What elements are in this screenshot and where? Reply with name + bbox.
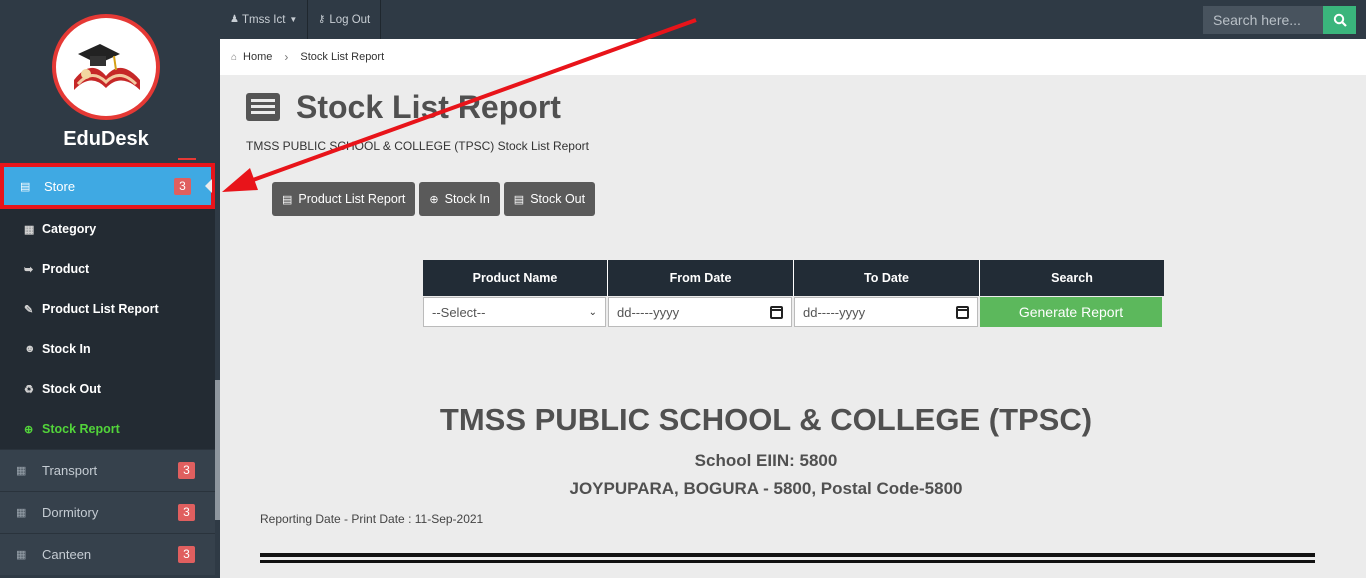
report-divider: [260, 560, 1315, 563]
header-from-date: From Date: [608, 260, 794, 296]
logout-button[interactable]: ⚷ Log Out: [308, 0, 382, 39]
sidebar-item-category[interactable]: ▦ Category: [0, 209, 215, 249]
sidebar-item-label: Product List Report: [42, 302, 159, 316]
active-caret-icon: [205, 179, 212, 193]
page-title: Stock List Report: [296, 89, 561, 125]
card-icon: ▦: [16, 465, 27, 477]
user-name: Tmss Ict: [241, 13, 286, 26]
user-icon: ♟: [230, 14, 239, 25]
sidebar-item-product[interactable]: ➥ Product: [0, 249, 215, 289]
store-count-badge: 3: [174, 177, 191, 195]
store-submenu: ▦ Category ➥ Product ✎ Product List Repo…: [0, 209, 215, 449]
sidebar-item-label: Store: [44, 178, 76, 194]
sidebar: EduDesk ▤ Store 3 ▦ Category ➥ Product ✎…: [0, 0, 220, 578]
key-icon: ⚷: [318, 14, 326, 25]
top-bar: ♟ Tmss Ict ▼ ⚷ Log Out: [220, 0, 1366, 39]
user-plus-icon: ☻: [24, 343, 36, 355]
book-edit-icon: ✎: [24, 303, 34, 316]
list-icon: [246, 93, 280, 121]
main-content: Stock List Report TMSS PUBLIC SCHOOL & C…: [220, 75, 1366, 578]
card-icon: ▦: [16, 549, 27, 561]
button-label: Stock Out: [530, 192, 586, 206]
sidebar-item-store[interactable]: ▤ Store 3: [0, 163, 215, 209]
sidebar-item-transport[interactable]: ▦ Transport 3: [0, 449, 215, 491]
sidebar-item-label: Stock In: [42, 342, 91, 356]
filter-header-row: Product Name From Date To Date Search: [423, 260, 1164, 296]
generate-report-button[interactable]: Generate Report: [980, 297, 1162, 327]
brand-underline: [178, 158, 196, 160]
calendar-icon[interactable]: [956, 305, 969, 319]
sidebar-item-product-list-report[interactable]: ✎ Product List Report: [0, 289, 215, 329]
calendar-icon[interactable]: [770, 305, 783, 319]
plus-circle-icon: ⊕: [24, 423, 34, 436]
header-product-name: Product Name: [423, 260, 608, 296]
report-date: Reporting Date - Print Date : 11-Sep-202…: [260, 512, 484, 526]
stock-in-button[interactable]: ⊕ Stock In: [419, 182, 500, 216]
dormitory-count-badge: 3: [178, 504, 195, 521]
sidebar-item-label: Dormitory: [42, 505, 99, 520]
search-icon: [1333, 13, 1347, 27]
sidebar-item-stock-report[interactable]: ⊕ Stock Report: [0, 409, 215, 449]
caret-down-icon: ▼: [289, 15, 298, 24]
from-date-value: dd-----yyyy: [617, 304, 680, 320]
recycle-icon: ♻: [24, 383, 34, 396]
logout-label: Log Out: [329, 13, 371, 26]
report-school-name: TMSS PUBLIC SCHOOL & COLLEGE (TPSC): [439, 402, 1093, 437]
breadcrumb-current: Stock List Report: [300, 51, 385, 63]
sidebar-item-canteen[interactable]: ▦ Canteen 3: [0, 533, 215, 575]
sidebar-item-label: Stock Out: [42, 382, 102, 396]
list-icon: ▤: [513, 193, 525, 206]
filter-input-row: --Select-- ⌄ dd-----yyyy dd-----yyyy Gen…: [423, 297, 1164, 327]
book-icon: ▤: [20, 180, 31, 193]
school-logo: [52, 14, 160, 120]
breadcrumb: ⌂ Home › Stock List Report: [220, 39, 1366, 75]
button-label: Product List Report: [298, 192, 406, 206]
transport-count-badge: 3: [178, 462, 195, 479]
sidebar-item-label: Stock Report: [42, 422, 120, 436]
home-icon: ⌂: [231, 51, 238, 63]
chevron-right-icon: ›: [284, 50, 289, 64]
report-eiin: School EIIN: 5800: [694, 451, 838, 470]
sidebar-item-stock-in[interactable]: ☻ Stock In: [0, 329, 215, 369]
sidebar-item-label: Product: [42, 262, 90, 276]
header-search: Search: [980, 260, 1164, 296]
sidebar-item-label: Transport: [42, 463, 98, 478]
sidebar-item-dormitory[interactable]: ▦ Dormitory 3: [0, 491, 215, 533]
report-divider: [260, 553, 1315, 557]
to-date-input[interactable]: dd-----yyyy: [794, 297, 978, 327]
chevron-down-icon: ⌄: [588, 306, 597, 318]
report-filter: Product Name From Date To Date Search --…: [423, 260, 1164, 327]
canteen-count-badge: 3: [178, 546, 195, 563]
search-input[interactable]: [1203, 6, 1323, 34]
product-select-value: --Select--: [432, 304, 486, 320]
breadcrumb-home[interactable]: Home: [243, 51, 272, 63]
brand: EduDesk: [0, 0, 220, 163]
report-address: JOYPUPARA, BOGURA - 5800, Postal Code-58…: [569, 479, 963, 498]
product-select[interactable]: --Select-- ⌄: [423, 297, 606, 327]
page-subtitle: TMSS PUBLIC SCHOOL & COLLEGE (TPSC) Stoc…: [246, 139, 589, 153]
stock-out-button[interactable]: ▤ Stock Out: [503, 182, 596, 216]
grid-icon: ▦: [24, 223, 35, 236]
action-buttons: ▤ Product List Report ⊕ Stock In ▤ Stock…: [272, 182, 596, 216]
from-date-input[interactable]: dd-----yyyy: [608, 297, 792, 327]
sidebar-nav: ▤ Store 3 ▦ Category ➥ Product ✎ Product…: [0, 163, 215, 575]
card-icon: ▦: [16, 507, 27, 519]
search-button[interactable]: [1323, 6, 1356, 34]
product-list-report-button[interactable]: ▤ Product List Report: [272, 182, 416, 216]
brand-name: EduDesk: [63, 128, 149, 150]
to-date-value: dd-----yyyy: [803, 304, 866, 320]
list-icon: ▤: [282, 193, 293, 206]
button-label: Stock In: [444, 192, 490, 206]
header-to-date: To Date: [794, 260, 980, 296]
sidebar-item-label: Category: [42, 222, 97, 236]
plus-circle-icon: ⊕: [429, 193, 439, 206]
product-icon: ➥: [24, 263, 34, 276]
user-menu-button[interactable]: ♟ Tmss Ict ▼: [220, 0, 309, 39]
sidebar-item-label: Canteen: [42, 547, 92, 562]
sidebar-item-stock-out[interactable]: ♻ Stock Out: [0, 369, 215, 409]
